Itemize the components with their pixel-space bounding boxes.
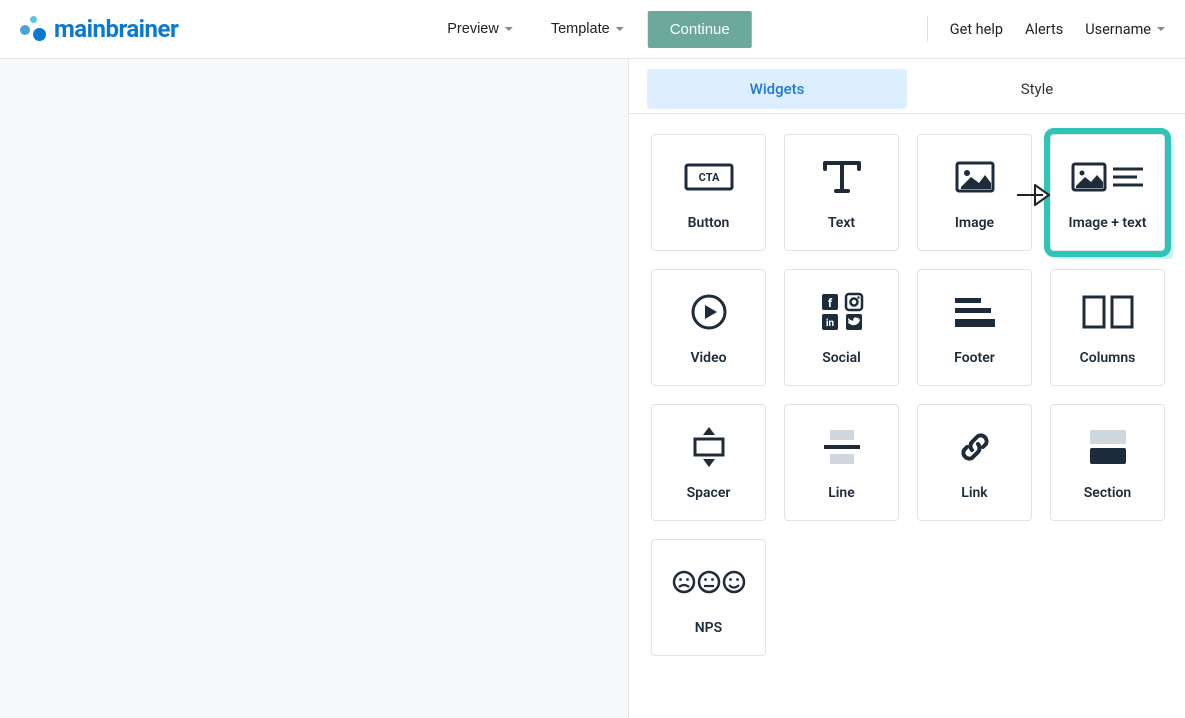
widget-grid: CTA Button Text	[629, 114, 1185, 676]
divider	[927, 16, 928, 42]
widget-footer[interactable]: Footer	[917, 269, 1032, 386]
widget-label: Video	[690, 350, 726, 366]
social-icons: f in	[820, 290, 864, 334]
widget-label: Footer	[954, 350, 995, 366]
brand-name: mainbrainer	[54, 15, 178, 43]
widget-label: Columns	[1080, 350, 1136, 366]
template-dropdown[interactable]: Template	[537, 13, 638, 45]
section-icon	[1086, 425, 1130, 469]
widget-section[interactable]: Section	[1050, 404, 1165, 521]
app-header: mainbrainer Preview Template Continue Ge…	[0, 0, 1185, 59]
tab-widgets-label: Widgets	[750, 80, 805, 98]
widget-label: Text	[828, 215, 855, 231]
tab-style-label: Style	[1021, 80, 1054, 98]
widget-line[interactable]: Line	[784, 404, 899, 521]
widget-label: Section	[1084, 485, 1131, 501]
panel-tabs: Widgets Style	[629, 59, 1185, 114]
get-help-link[interactable]: Get help	[950, 21, 1003, 38]
caret-down-icon	[616, 27, 624, 31]
widget-link[interactable]: Link	[917, 404, 1032, 521]
image-icon	[955, 155, 995, 199]
widget-social[interactable]: f in Social	[784, 269, 899, 386]
continue-label: Continue	[670, 21, 730, 38]
spacer-icon	[689, 425, 729, 469]
template-label: Template	[551, 21, 610, 37]
preview-label: Preview	[447, 21, 499, 37]
svg-text:CTA: CTA	[698, 171, 719, 184]
nps-faces-icon	[671, 560, 747, 604]
widget-label: Link	[961, 485, 987, 501]
widget-label: Image + text	[1069, 215, 1147, 231]
video-play-icon	[689, 290, 729, 334]
widget-spacer[interactable]: Spacer	[651, 404, 766, 521]
get-help-label: Get help	[950, 21, 1003, 38]
brand-mark-icon	[20, 15, 48, 43]
widget-button[interactable]: CTA Button	[651, 134, 766, 251]
widget-label: Image	[955, 215, 994, 231]
widget-image[interactable]: Image	[917, 134, 1032, 251]
nav-right: Get help Alerts Username	[927, 16, 1165, 42]
continue-button[interactable]: Continue	[648, 11, 752, 48]
main: Widgets Style CTA Button	[0, 59, 1185, 718]
link-chain-icon	[955, 425, 995, 469]
caret-down-icon	[1157, 27, 1165, 31]
widget-label: Spacer	[687, 485, 731, 501]
widget-label: Social	[822, 350, 861, 366]
widget-columns[interactable]: Columns	[1050, 269, 1165, 386]
columns-icon	[1082, 290, 1134, 334]
text-icon	[821, 155, 863, 199]
caret-down-icon	[505, 27, 513, 31]
widget-text[interactable]: Text	[784, 134, 899, 251]
svg-text:in: in	[825, 318, 834, 329]
username-label: Username	[1085, 21, 1151, 38]
tab-style[interactable]: Style	[907, 69, 1167, 109]
alerts-link[interactable]: Alerts	[1025, 21, 1063, 38]
footer-icon	[953, 290, 997, 334]
alerts-label: Alerts	[1025, 21, 1063, 38]
widget-video[interactable]: Video	[651, 269, 766, 386]
side-panel: Widgets Style CTA Button	[628, 59, 1185, 718]
nav-center: Preview Template Continue	[433, 11, 751, 48]
widget-image-text[interactable]: Image + text	[1050, 134, 1165, 251]
widget-nps[interactable]: NPS	[651, 539, 766, 656]
preview-dropdown[interactable]: Preview	[433, 13, 527, 45]
line-divider-icon	[820, 425, 864, 469]
widget-label: Button	[688, 215, 730, 231]
svg-text:f: f	[827, 296, 832, 310]
tab-widgets[interactable]: Widgets	[647, 69, 907, 109]
brand-logo: mainbrainer	[20, 15, 178, 43]
image-text-icon	[1071, 155, 1145, 199]
cta-button-icon: CTA	[684, 155, 734, 199]
widget-label: Line	[828, 485, 855, 501]
editor-canvas[interactable]	[0, 59, 628, 718]
widget-label: NPS	[695, 620, 722, 636]
username-dropdown[interactable]: Username	[1085, 21, 1165, 38]
